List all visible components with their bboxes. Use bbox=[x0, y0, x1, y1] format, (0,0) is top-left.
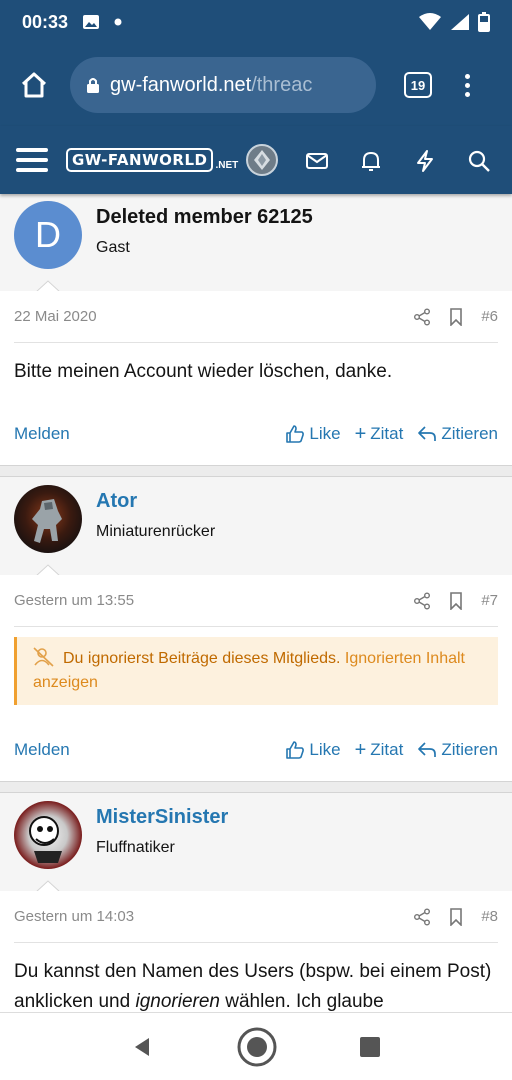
post-actions: Melden Like + Zitat Zitieren bbox=[14, 719, 498, 781]
plus-icon: + bbox=[354, 422, 367, 445]
home-button[interactable] bbox=[16, 67, 52, 103]
ignored-content-notice: Du ignorierst Beiträge dieses Mitglieds.… bbox=[14, 637, 498, 705]
quote-button[interactable]: + Zitat bbox=[355, 423, 404, 446]
wifi-icon bbox=[419, 13, 441, 30]
browser-menu-button[interactable] bbox=[462, 73, 472, 97]
plus-icon: + bbox=[354, 738, 367, 761]
inbox-icon[interactable] bbox=[304, 148, 330, 174]
bell-icon[interactable] bbox=[358, 148, 384, 174]
post: MisterSinister Fluffnatiker Gestern um 1… bbox=[0, 792, 512, 1012]
reply-icon bbox=[418, 742, 437, 757]
post-text-emphasis: ignorieren bbox=[135, 991, 220, 1012]
logo-main-text: GW-FANWORLD bbox=[66, 148, 214, 172]
reply-label: Zitieren bbox=[441, 424, 498, 443]
avatar[interactable] bbox=[14, 485, 82, 553]
thumbs-up-icon bbox=[286, 741, 305, 759]
url-host: gw-fanworld.net bbox=[110, 73, 252, 96]
user-block-arrow bbox=[36, 564, 60, 576]
share-icon[interactable] bbox=[413, 908, 431, 926]
battery-icon bbox=[478, 12, 490, 32]
user-title: Gast bbox=[96, 239, 130, 256]
post-text: Du kannst den Namen des Users (bspw. bei… bbox=[14, 943, 498, 1012]
tab-switcher-button[interactable]: 19 bbox=[404, 72, 432, 98]
reply-icon bbox=[418, 426, 437, 441]
like-button[interactable]: Like bbox=[285, 740, 341, 760]
post-meta: Gestern um 14:03 #8 bbox=[14, 891, 498, 943]
url-text: gw-fanworld.net/threac bbox=[110, 74, 312, 97]
avatar[interactable]: D bbox=[14, 201, 82, 269]
post-text: Bitte meinen Account wieder löschen, dan… bbox=[14, 361, 393, 382]
post-date[interactable]: 22 Mai 2020 bbox=[14, 308, 97, 325]
account-avatar[interactable] bbox=[246, 144, 278, 176]
quote-label: Zitat bbox=[370, 740, 404, 759]
user-title: Fluffnatiker bbox=[96, 839, 175, 856]
search-icon[interactable] bbox=[466, 148, 492, 174]
signal-icon bbox=[451, 14, 469, 30]
username[interactable]: Ator bbox=[96, 489, 512, 513]
post: D Deleted member 62125 Gast 22 Mai 2020 … bbox=[0, 194, 512, 466]
image-notification-icon bbox=[83, 15, 100, 29]
lightning-icon[interactable] bbox=[412, 148, 438, 174]
status-time: 00:33 bbox=[22, 11, 69, 32]
hamburger-menu-icon[interactable] bbox=[16, 148, 48, 172]
username[interactable]: MisterSinister bbox=[96, 805, 512, 829]
post-actions: Melden Like + Zitat Zitieren bbox=[14, 403, 498, 465]
post-date[interactable]: Gestern um 14:03 bbox=[14, 908, 134, 925]
url-path: /threac bbox=[251, 73, 313, 96]
share-icon[interactable] bbox=[413, 592, 431, 610]
avatar[interactable] bbox=[14, 801, 82, 869]
browser-toolbar: gw-fanworld.net/threac 19 bbox=[0, 44, 512, 126]
back-icon[interactable] bbox=[131, 1035, 155, 1059]
avatar-image bbox=[29, 816, 62, 863]
post-text-part: wählen. Ich glaube bbox=[219, 991, 384, 1012]
like-label: Like bbox=[309, 424, 341, 443]
muted-user-icon bbox=[33, 647, 54, 667]
recents-icon[interactable] bbox=[359, 1036, 381, 1058]
reply-button[interactable]: Zitieren bbox=[417, 424, 498, 444]
post-user-block: MisterSinister Fluffnatiker bbox=[0, 793, 512, 892]
logo-suffix-text: .NET bbox=[215, 160, 239, 171]
url-bar[interactable]: gw-fanworld.net/threac bbox=[70, 57, 376, 113]
like-button[interactable]: Like bbox=[285, 424, 341, 444]
account-avatar-image bbox=[254, 150, 270, 170]
like-label: Like bbox=[309, 740, 341, 759]
lock-icon bbox=[87, 78, 99, 93]
site-header: GW-FANWORLD .NET bbox=[0, 126, 512, 194]
post-user-block: Ator Miniaturenrücker bbox=[0, 477, 512, 576]
site-logo[interactable]: GW-FANWORLD .NET bbox=[66, 148, 238, 172]
post-user-block: D Deleted member 62125 Gast bbox=[0, 194, 512, 292]
bookmark-icon[interactable] bbox=[449, 907, 463, 926]
user-block-arrow bbox=[36, 880, 60, 892]
thread-content: D Deleted member 62125 Gast 22 Mai 2020 … bbox=[0, 194, 512, 1012]
post-meta: Gestern um 13:55 #7 bbox=[14, 575, 498, 627]
post-date[interactable]: Gestern um 13:55 bbox=[14, 592, 134, 609]
share-icon[interactable] bbox=[413, 308, 431, 326]
post-number[interactable]: #7 bbox=[481, 592, 498, 609]
post-meta: 22 Mai 2020 #6 bbox=[14, 291, 498, 343]
avatar-image bbox=[32, 499, 62, 543]
post-number[interactable]: #8 bbox=[481, 908, 498, 925]
bookmark-icon[interactable] bbox=[449, 591, 463, 610]
reply-button[interactable]: Zitieren bbox=[417, 740, 498, 760]
bookmark-icon[interactable] bbox=[449, 307, 463, 326]
home-circle-icon[interactable] bbox=[236, 1026, 278, 1068]
user-title: Miniaturenrücker bbox=[96, 523, 216, 540]
reply-label: Zitieren bbox=[441, 740, 498, 759]
quote-label: Zitat bbox=[370, 424, 404, 443]
post-number[interactable]: #6 bbox=[481, 308, 498, 325]
report-link[interactable]: Melden bbox=[14, 424, 70, 444]
dot-notification-icon bbox=[114, 18, 122, 26]
username: Deleted member 62125 bbox=[96, 206, 313, 228]
ignore-text: Du ignorierst Beiträge dieses Mitglieds. bbox=[63, 650, 341, 667]
system-navigation-bar bbox=[0, 1012, 512, 1080]
quote-button[interactable]: + Zitat bbox=[355, 739, 404, 762]
thumbs-up-icon bbox=[286, 425, 305, 443]
post: Ator Miniaturenrücker Gestern um 13:55 #… bbox=[0, 476, 512, 782]
home-icon bbox=[21, 72, 47, 98]
user-block-arrow bbox=[36, 280, 60, 292]
report-link[interactable]: Melden bbox=[14, 740, 70, 760]
status-bar: 00:33 bbox=[0, 0, 512, 44]
